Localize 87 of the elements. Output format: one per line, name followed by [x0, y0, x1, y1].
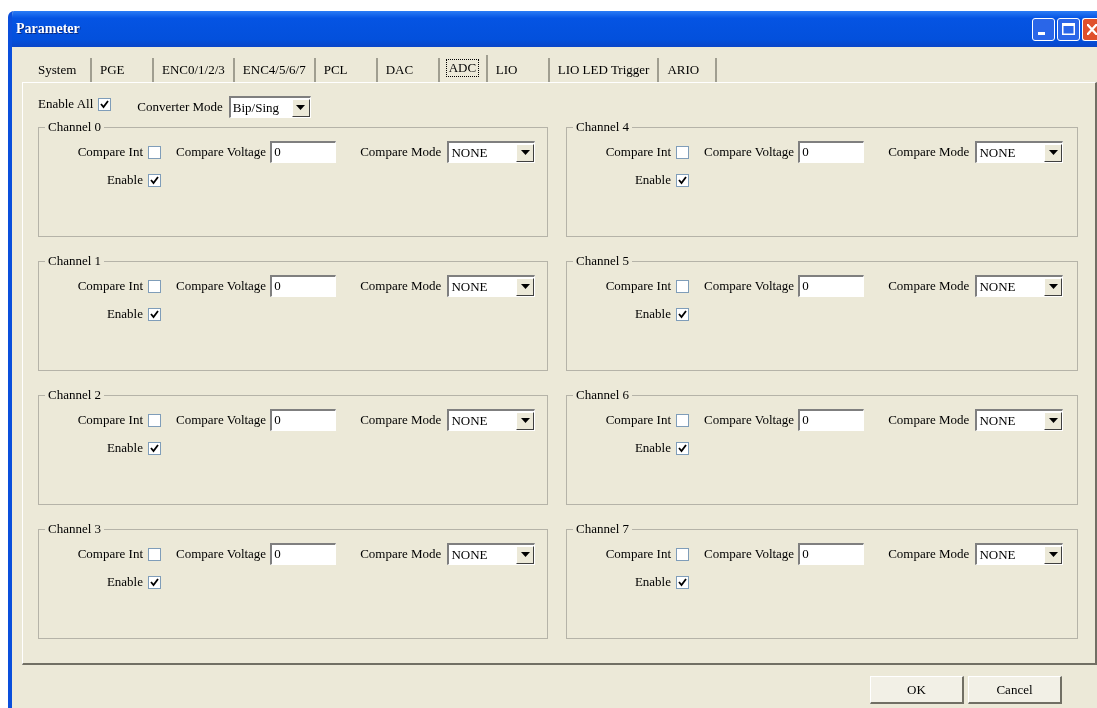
tab[interactable]: DAC [377, 58, 440, 82]
enable-label: Enable [633, 574, 671, 590]
compare-int-checkbox[interactable] [148, 547, 161, 561]
compare-int-label: Compare Int [76, 278, 143, 294]
compare-int-label: Compare Int [604, 412, 671, 428]
compare-mode-dropdown[interactable]: NONE [975, 543, 1064, 565]
enable-label: Enable [105, 574, 143, 590]
compare-voltage-label: Compare Voltage [704, 278, 795, 294]
enable-checkbox[interactable] [676, 575, 689, 589]
compare-voltage-label: Compare Voltage [176, 412, 267, 428]
compare-int-checkbox[interactable] [676, 145, 689, 159]
compare-mode-label: Compare Mode [888, 412, 970, 428]
enable-label: Enable [105, 306, 143, 322]
compare-int-label: Compare Int [76, 412, 143, 428]
compare-mode-dropdown[interactable]: NONE [975, 141, 1064, 163]
enable-checkbox[interactable] [148, 575, 161, 589]
enable-label: Enable [633, 440, 671, 456]
compare-voltage-field[interactable]: 0 [270, 409, 337, 431]
compare-voltage-field[interactable]: 0 [798, 409, 865, 431]
dialog-button[interactable]: Cancel [968, 676, 1062, 704]
tab[interactable]: PCL [315, 58, 378, 82]
enable-all-label: Enable All [38, 96, 94, 112]
compare-voltage-label: Compare Voltage [704, 412, 795, 428]
enable-all-checkbox[interactable] [98, 97, 112, 111]
enable-checkbox[interactable] [148, 173, 161, 187]
tab[interactable]: ADC [439, 55, 488, 82]
compare-mode-dropdown[interactable]: NONE [447, 141, 536, 163]
tab[interactable]: ENC4/5/6/7 [234, 58, 316, 82]
compare-mode-dropdown[interactable]: NONE [447, 275, 536, 297]
tab[interactable]: LIO LED Trigger [549, 58, 660, 82]
compare-voltage-field[interactable]: 0 [270, 543, 337, 565]
compare-int-label: Compare Int [604, 546, 671, 562]
compare-int-checkbox[interactable] [676, 547, 689, 561]
enable-label: Enable [633, 172, 671, 188]
compare-voltage-field[interactable]: 0 [798, 275, 865, 297]
compare-int-checkbox[interactable] [148, 145, 161, 159]
close-icon [1087, 23, 1097, 35]
compare-mode-label: Compare Mode [888, 546, 970, 562]
compare-voltage-label: Compare Voltage [704, 546, 795, 562]
compare-mode-label: Compare Mode [888, 278, 970, 294]
compare-mode-dropdown[interactable]: NONE [975, 275, 1064, 297]
compare-voltage-field[interactable]: 0 [798, 141, 865, 163]
compare-mode-label: Compare Mode [888, 144, 970, 160]
converter-mode-dropdown[interactable]: Bip/Sing [228, 96, 311, 118]
tab[interactable]: LIO [487, 58, 550, 82]
compare-voltage-field[interactable]: 0 [270, 141, 337, 163]
converter-mode-label: Converter Mode [137, 99, 223, 115]
tab[interactable]: ENC0/1/2/3 [154, 58, 235, 82]
compare-voltage-label: Compare Voltage [176, 546, 267, 562]
enable-label: Enable [105, 172, 143, 188]
compare-mode-dropdown[interactable]: NONE [975, 409, 1064, 431]
minimize-icon [1038, 31, 1045, 35]
tab[interactable]: System [30, 58, 92, 82]
enable-label: Enable [105, 440, 143, 456]
enable-checkbox[interactable] [676, 307, 689, 321]
compare-int-checkbox[interactable] [148, 279, 161, 293]
compare-int-checkbox[interactable] [148, 413, 161, 427]
compare-int-label: Compare Int [76, 144, 143, 160]
compare-voltage-field[interactable]: 0 [270, 275, 337, 297]
compare-mode-dropdown[interactable]: NONE [447, 409, 536, 431]
compare-int-label: Compare Int [76, 546, 143, 562]
compare-voltage-field[interactable]: 0 [798, 543, 865, 565]
compare-voltage-label: Compare Voltage [704, 144, 795, 160]
compare-int-checkbox[interactable] [676, 413, 689, 427]
compare-mode-label: Compare Mode [360, 412, 442, 428]
compare-mode-label: Compare Mode [360, 546, 442, 562]
maximize-button[interactable] [1057, 17, 1080, 41]
compare-mode-dropdown[interactable]: NONE [447, 543, 536, 565]
compare-int-label: Compare Int [604, 278, 671, 294]
enable-label: Enable [633, 306, 671, 322]
compare-voltage-label: Compare Voltage [176, 144, 267, 160]
compare-voltage-label: Compare Voltage [176, 278, 267, 294]
compare-int-label: Compare Int [604, 144, 671, 160]
enable-checkbox[interactable] [148, 441, 161, 455]
enable-checkbox[interactable] [148, 307, 161, 321]
close-button[interactable] [1082, 17, 1097, 41]
dialog-button[interactable]: OK [870, 676, 964, 704]
tab[interactable]: ARIO [659, 58, 718, 82]
minimize-button[interactable] [1032, 17, 1055, 41]
window-title: Parameter [16, 21, 81, 37]
compare-mode-label: Compare Mode [360, 144, 442, 160]
maximize-icon [1062, 22, 1075, 35]
compare-int-checkbox[interactable] [676, 279, 689, 293]
tab[interactable]: PGE [92, 58, 154, 82]
enable-checkbox[interactable] [676, 173, 689, 187]
enable-checkbox[interactable] [676, 441, 689, 455]
compare-mode-label: Compare Mode [360, 278, 442, 294]
